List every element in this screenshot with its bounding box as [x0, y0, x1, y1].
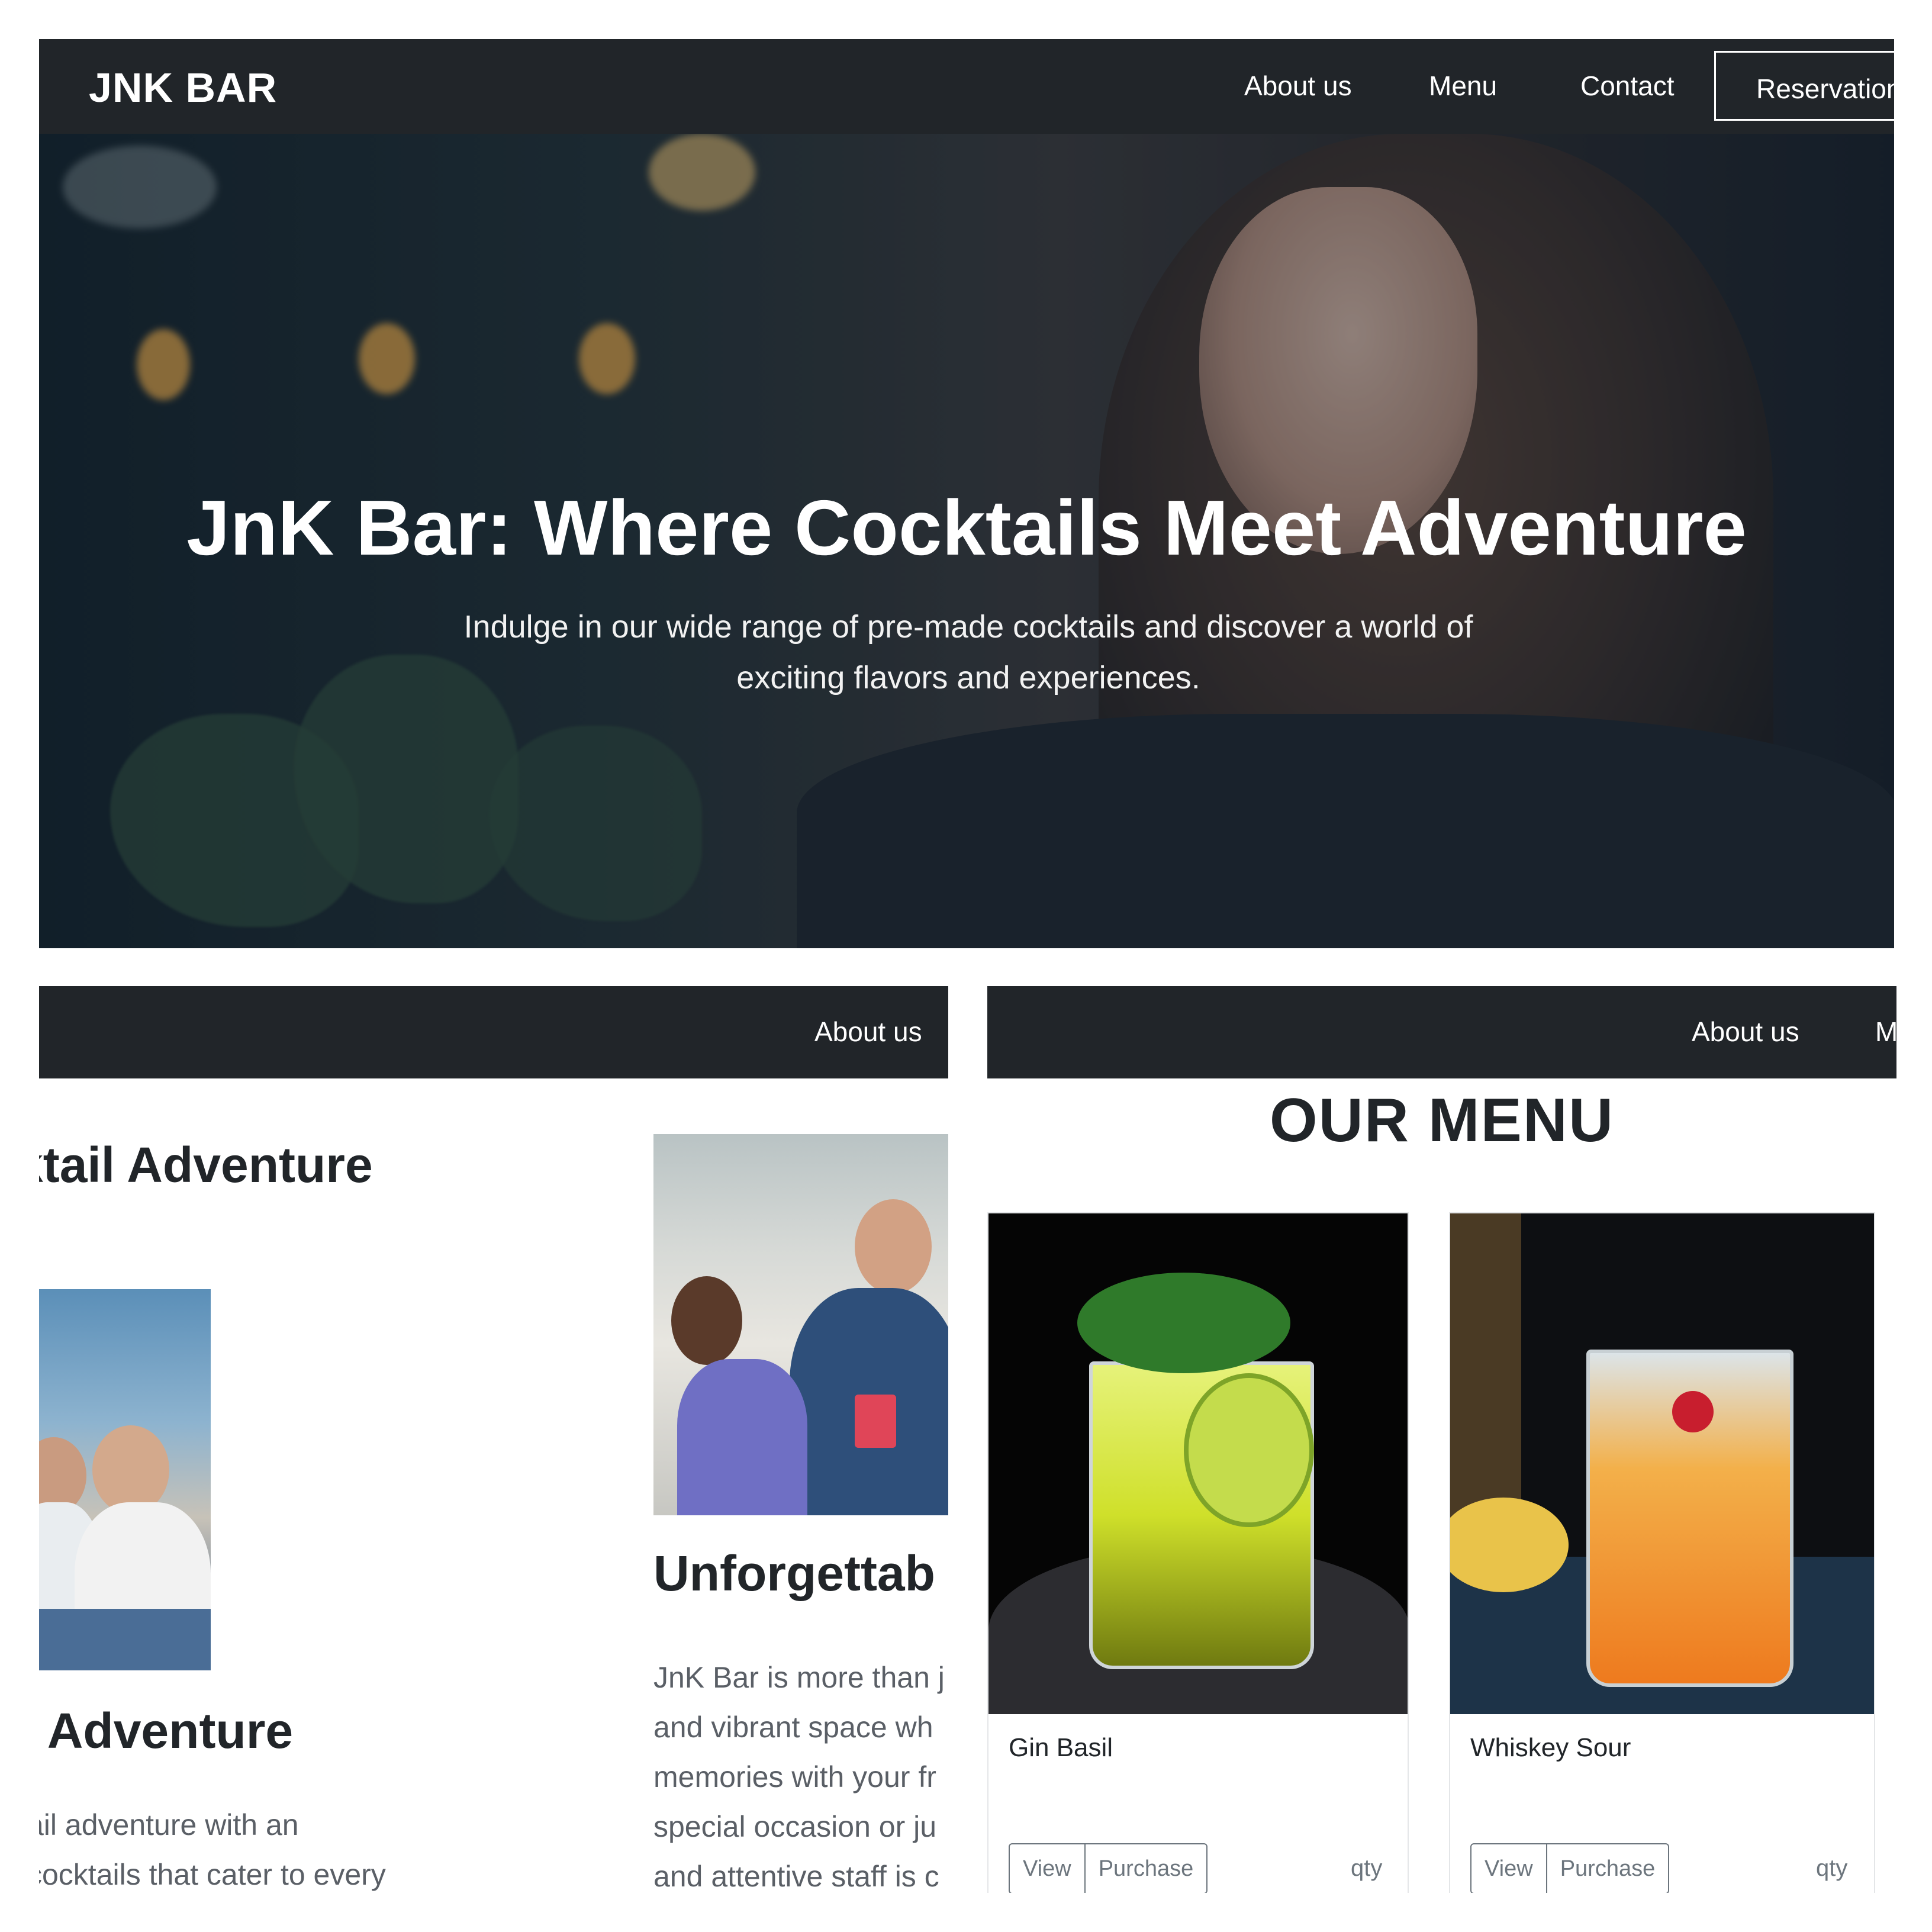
paragraph-line: special occasion or ju [653, 1810, 937, 1843]
paragraph-line: cocktails that cater to every [39, 1858, 386, 1891]
paragraph-line: and vibrant space wh [653, 1711, 933, 1744]
hero-title: JnK Bar: Where Cocktails Meet Adventure [186, 484, 1747, 571]
purple-top [677, 1359, 807, 1515]
view-button[interactable]: View [1010, 1844, 1084, 1893]
about-section-screenshot: About us ktail Adventure | Adventure Unf… [39, 986, 948, 1893]
about-heading-text: Adventure [47, 1703, 294, 1759]
reservation-button[interactable]: Reservation [1714, 51, 1894, 121]
nav-link-about[interactable]: About us [1692, 1016, 1799, 1048]
nav-link-contact[interactable]: Contact [1580, 70, 1675, 102]
about-heading: ktail Adventure [39, 1137, 373, 1193]
whiskey-sour-photo [1450, 1213, 1874, 1714]
menu-item-name: Gin Basil [1009, 1733, 1113, 1762]
hero-subtitle-line: exciting flavors and experiences. [736, 660, 1200, 695]
nav-link-menu[interactable]: Menu [1429, 70, 1497, 102]
about-heading: Unforgettab [653, 1545, 935, 1601]
brand-logo[interactable]: JNK BAR [89, 64, 277, 111]
person-head [92, 1425, 169, 1514]
hero-subtitle-line: Indulge in our wide range of pre-made co… [463, 609, 1473, 645]
red-cocktail [855, 1395, 896, 1448]
purchase-button[interactable]: Purchase [1084, 1844, 1207, 1893]
card-button-group: View Purchase [1009, 1843, 1208, 1893]
nav-link-about[interactable]: About us [814, 1016, 922, 1048]
paragraph-line: memories with your fr [653, 1760, 936, 1793]
person-head [671, 1276, 742, 1365]
about-paragraph: ail adventure with an cocktails that cat… [39, 1800, 386, 1893]
gin-basil-photo [988, 1213, 1408, 1714]
card-button-group: View Purchase [1470, 1843, 1670, 1893]
paragraph-line: and attentive staff is c [653, 1860, 939, 1893]
view-button[interactable]: View [1471, 1844, 1546, 1893]
navbar: JNK BAR About us Menu Contact Reservatio… [39, 39, 1894, 134]
menu-title: OUR MENU [1269, 1086, 1615, 1155]
purchase-button[interactable]: Purchase [1545, 1844, 1669, 1893]
lime-slice [1184, 1373, 1314, 1527]
bottle [1450, 1213, 1521, 1545]
paragraph-line: JnK Bar is more than j [653, 1661, 945, 1694]
navbar: About us M [987, 986, 1896, 1078]
person-head [855, 1199, 932, 1294]
menu-section-screenshot: About us M OUR MENU Gin Basil View Purch… [987, 986, 1896, 1893]
navbar: About us [39, 986, 948, 1078]
basil-garnish [1077, 1273, 1290, 1373]
qty-label[interactable]: qty [1351, 1855, 1382, 1882]
about-paragraph: JnK Bar is more than j and vibrant space… [653, 1653, 945, 1893]
nav-link-about[interactable]: About us [1244, 70, 1352, 102]
nav-link-menu[interactable]: M [1875, 1016, 1896, 1048]
paragraph-line: ail adventure with an [39, 1808, 299, 1841]
hero-subtitle: Indulge in our wide range of pre-made co… [459, 601, 1477, 703]
couple-drinks-photo [653, 1134, 948, 1515]
qty-label[interactable]: qty [1816, 1855, 1847, 1882]
about-heading: | Adventure [39, 1702, 293, 1760]
friends-rooftop-photo [39, 1289, 211, 1670]
homepage-screenshot: JNK BAR About us Menu Contact Reservatio… [39, 39, 1894, 948]
menu-item-name: Whiskey Sour [1470, 1733, 1631, 1762]
menu-card: Whiskey Sour View Purchase qty [1449, 1212, 1875, 1893]
cherry-garnish [1672, 1391, 1714, 1432]
jeans [39, 1609, 211, 1670]
menu-card: Gin Basil View Purchase qty [987, 1212, 1409, 1893]
hero-banner: JnK Bar: Where Cocktails Meet Adventure … [39, 134, 1894, 948]
